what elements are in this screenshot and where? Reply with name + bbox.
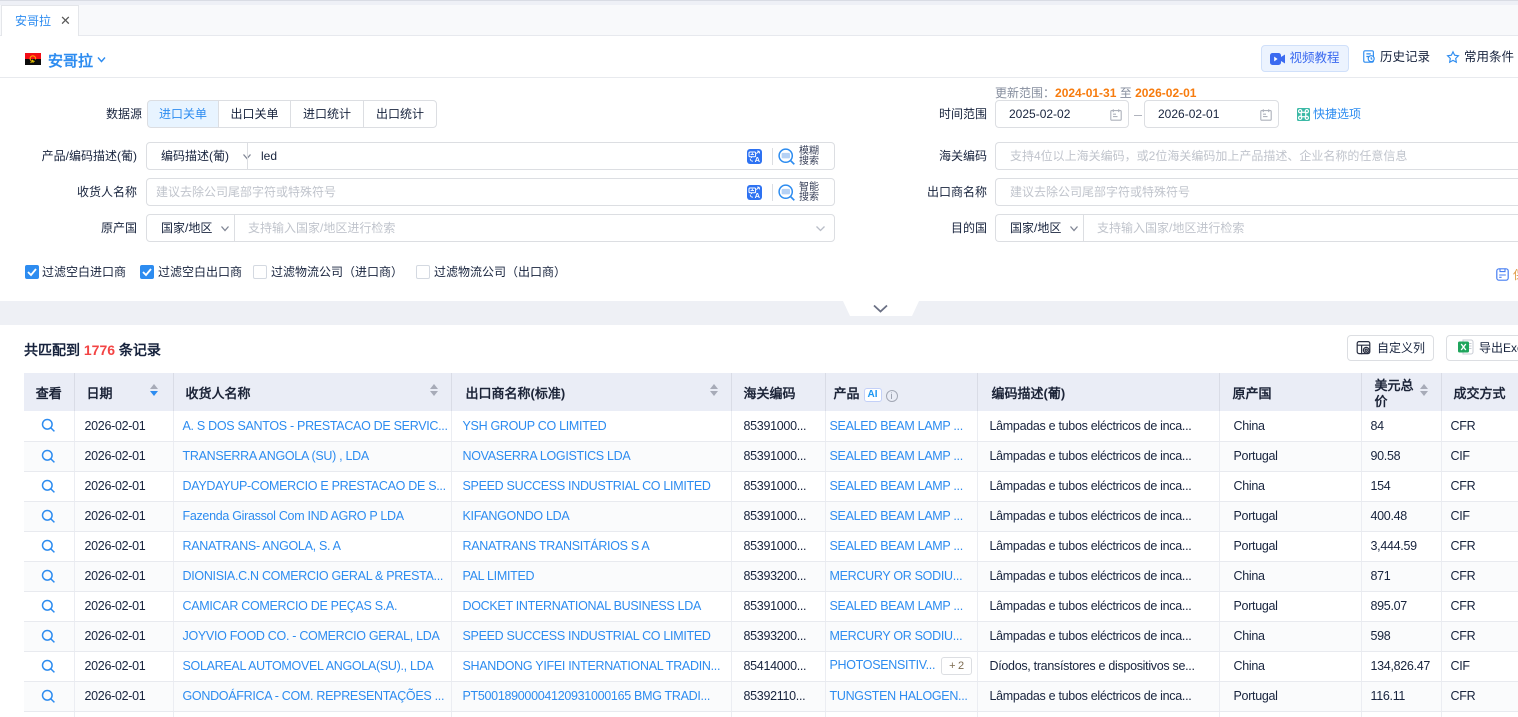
svg-text:A: A <box>755 155 761 164</box>
svg-text:A: A <box>755 191 761 200</box>
